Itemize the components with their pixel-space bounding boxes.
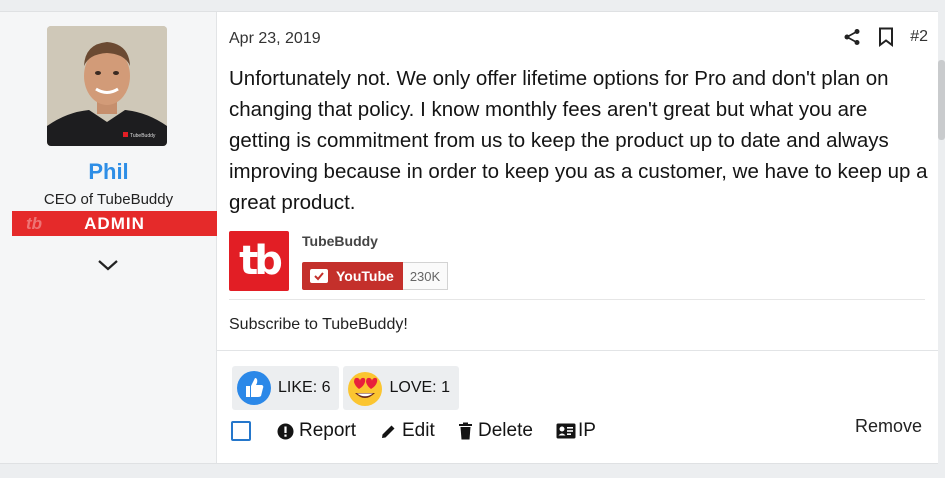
post-header-actions: #2 — [842, 26, 928, 48]
reaction-love[interactable]: LOVE: 1 — [343, 366, 459, 410]
post-number[interactable]: #2 — [910, 28, 928, 46]
chevron-down-icon[interactable] — [96, 253, 120, 277]
report-icon — [277, 423, 294, 439]
shirt-logo-text: TubeBuddy — [130, 133, 156, 139]
love-icon — [343, 366, 387, 410]
avatar[interactable]: TubeBuddy — [47, 26, 167, 146]
tubebuddy-logo-text: tb — [239, 238, 283, 284]
user-title: CEO of TubeBuddy — [43, 191, 174, 208]
delete-label: Delete — [478, 420, 533, 441]
reaction-like-label: LIKE: 6 — [278, 379, 331, 396]
post-main: Apr 23, 2019 #2 Unfortunately not. We on… — [217, 12, 938, 463]
like-icon — [232, 366, 276, 410]
user-panel: TubeBuddy Phil CEO of TubeBuddy tb ADMIN — [0, 12, 217, 463]
id-card-icon — [556, 423, 576, 439]
post-actions: Report Edit Delete IP Remove — [230, 416, 928, 446]
reactions-bar: LIKE: 6 LOVE: 1 — [232, 366, 459, 410]
reaction-love-label: LOVE: 1 — [389, 379, 450, 396]
ip-button[interactable]: IP — [556, 420, 596, 442]
report-label: Report — [299, 420, 357, 441]
admin-banner: tb ADMIN — [12, 211, 217, 236]
embed-caption: Subscribe to TubeBuddy! — [229, 316, 408, 333]
youtube-subscribe-main[interactable]: YouTube — [302, 262, 403, 290]
post-body: Unfortunately not. We only offer lifetim… — [229, 67, 928, 214]
edit-label: Edit — [402, 420, 435, 441]
delete-button[interactable]: Delete — [458, 420, 533, 442]
youtube-subscribe-button[interactable]: YouTube 230K — [302, 262, 449, 290]
remove-link[interactable]: Remove — [855, 416, 922, 437]
youtube-label: YouTube — [336, 268, 394, 284]
bookmark-icon[interactable] — [876, 26, 896, 48]
pencil-icon — [382, 425, 395, 438]
select-checkbox[interactable] — [231, 421, 251, 441]
embed-divider — [229, 299, 925, 300]
username[interactable]: Phil — [0, 159, 217, 185]
scrollbar[interactable] — [938, 0, 945, 478]
forum-post: TubeBuddy Phil CEO of TubeBuddy tb ADMIN… — [0, 11, 938, 464]
trash-icon — [459, 422, 472, 440]
subscriber-count: 230K — [402, 262, 449, 290]
youtube-icon — [310, 269, 328, 283]
admin-banner-label: ADMIN — [84, 214, 145, 233]
share-icon[interactable] — [842, 26, 862, 48]
ip-label: IP — [578, 420, 596, 441]
scrollbar-thumb[interactable] — [938, 60, 945, 140]
tubebuddy-logo[interactable]: tb — [229, 231, 289, 291]
footer-divider — [217, 350, 938, 351]
reaction-like[interactable]: LIKE: 6 — [232, 366, 340, 410]
report-button[interactable]: Report — [277, 420, 356, 442]
edit-button[interactable]: Edit — [380, 420, 435, 442]
embed-channel-name[interactable]: TubeBuddy — [302, 233, 378, 249]
post-date[interactable]: Apr 23, 2019 — [229, 30, 321, 48]
